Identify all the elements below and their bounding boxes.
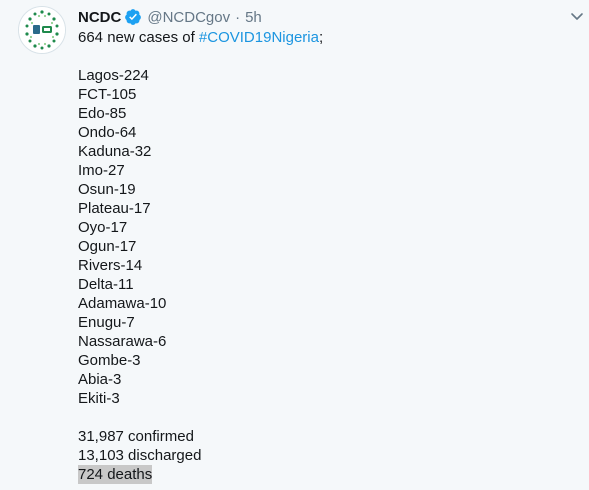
state-count-line: Kaduna-32	[78, 143, 152, 160]
avatar[interactable]	[18, 6, 66, 54]
state-count-line: Ekiti-3	[78, 390, 120, 407]
deaths-total: 724 deaths	[78, 465, 153, 484]
intro-line: 664 new cases of #COVID19Nigeria;	[78, 28, 323, 47]
discharged-total: 13,103 discharged	[78, 447, 202, 464]
state-count-line: Lagos-224	[78, 67, 149, 84]
tweet[interactable]: NCDC @NCDCgov · 5h 664 new cases of #COV…	[0, 0, 589, 490]
state-count-line: Gombe-3	[78, 352, 141, 369]
confirmed-total: 31,987 confirmed	[78, 428, 194, 445]
state-count-line: Ondo-64	[78, 124, 137, 141]
tweet-timestamp[interactable]: 5h	[245, 9, 262, 26]
chevron-down-icon[interactable]	[569, 8, 585, 24]
state-count-line: Delta-11	[78, 276, 134, 293]
tweet-text: 664 new cases of #COVID19Nigeria; Lagos-…	[78, 28, 323, 484]
meta-separator: ·	[235, 8, 241, 26]
state-count-line: Edo-85	[78, 105, 127, 122]
state-count-line: Adamawa-10	[78, 295, 167, 312]
intro-text: 664 new cases of	[78, 29, 199, 46]
state-count-line: Plateau-17	[78, 200, 151, 217]
intro-suffix: ;	[318, 29, 324, 46]
hashtag-link[interactable]: #COVID19Nigeria	[199, 29, 319, 46]
state-count-line: Rivers-14	[78, 257, 143, 274]
state-count-line: Ogun-17	[78, 238, 137, 255]
state-count-line: Imo-27	[78, 162, 125, 179]
state-count-line: Nassarawa-6	[78, 333, 167, 350]
state-count-line: FCT-105	[78, 86, 137, 103]
state-count-line: Abia-3	[78, 371, 122, 388]
author-handle[interactable]: @NCDCgov	[147, 9, 230, 26]
state-count-line: Enugu-7	[78, 314, 135, 331]
author-name[interactable]: NCDC	[78, 9, 121, 26]
verified-badge-icon	[124, 8, 142, 26]
tweet-header: NCDC @NCDCgov · 5h	[78, 7, 262, 27]
state-count-line: Oyo-17	[78, 219, 128, 236]
state-count-line: Osun-19	[78, 181, 136, 198]
